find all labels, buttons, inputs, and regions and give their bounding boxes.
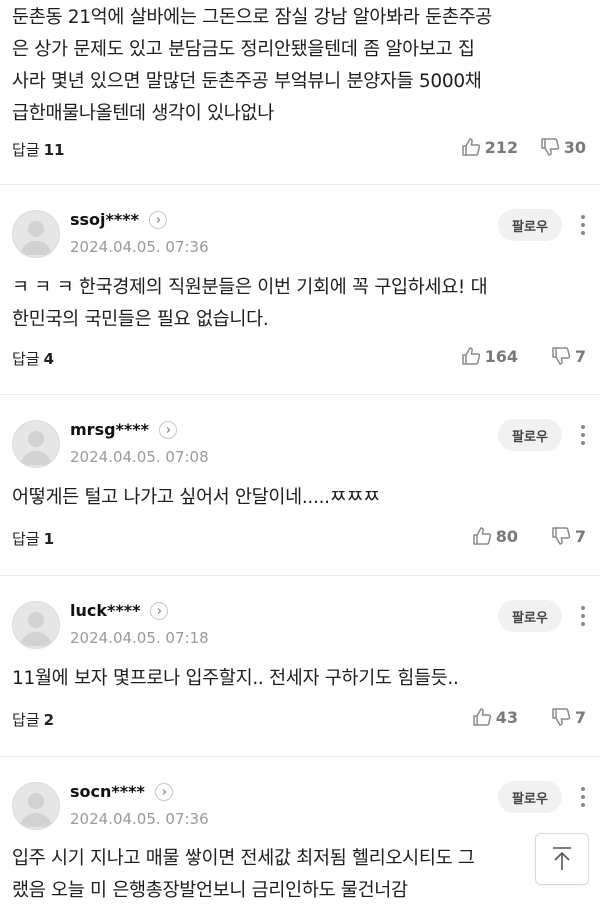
comment-item: luck**** 2024.04.05. 07:18 팔로우 11월에 보자 몇…: [0, 576, 600, 756]
avatar[interactable]: [12, 420, 60, 468]
username-link[interactable]: luck****: [70, 601, 169, 620]
more-vertical-icon[interactable]: [580, 423, 586, 451]
dislike-button[interactable]: 7: [551, 346, 586, 366]
reply-button[interactable]: 답글 4: [12, 348, 54, 369]
thumbs-up-icon: [461, 347, 480, 365]
thumbs-down-icon: [552, 527, 571, 545]
scroll-top-button[interactable]: [535, 833, 589, 885]
more-vertical-icon[interactable]: [580, 213, 586, 241]
dislike-button[interactable]: 7: [551, 526, 586, 546]
chevron-right-icon: [149, 210, 167, 229]
thumbs-down-icon: [552, 347, 571, 365]
comment-date: 2024.04.05. 07:08: [70, 448, 209, 466]
comment-item: socn**** 2024.04.05. 07:36 팔로우 입주 시기 지나고…: [0, 757, 600, 906]
comment-text: ㅋ ㅋ ㅋ 한국경제의 직원분들은 이번 기회에 꼭 구입하세요! 대 한민국의…: [12, 277, 488, 330]
chevron-right-icon: [154, 782, 173, 801]
comment-text: 둔촌동 21억에 살바에는 그돈으로 잠실 강남 알아봐라 둔촌주공 은 상가 …: [12, 7, 493, 124]
follow-button[interactable]: 팔로우: [498, 600, 562, 632]
comment-item: 둔촌동 21억에 살바에는 그돈으로 잠실 강남 알아봐라 둔촌주공 은 상가 …: [0, 0, 600, 184]
avatar[interactable]: [12, 210, 60, 258]
reply-button[interactable]: 답글 2: [12, 709, 54, 730]
arrow-up-icon: [553, 847, 571, 870]
follow-button[interactable]: 팔로우: [498, 419, 562, 451]
comment-text: 어떻게든 털고 나가고 싶어서 안달이네.....ㅉㅉㅉ: [12, 487, 380, 508]
avatar[interactable]: [12, 782, 60, 830]
comment-date: 2024.04.05. 07:18: [70, 629, 209, 647]
chevron-right-icon: [159, 420, 178, 439]
follow-button[interactable]: 팔로우: [498, 781, 562, 813]
reply-count: 1: [43, 530, 55, 548]
reply-count: 11: [43, 141, 65, 159]
like-button[interactable]: 80: [472, 526, 518, 546]
like-button[interactable]: 164: [461, 346, 518, 366]
username-link[interactable]: mrsg****: [70, 420, 178, 439]
reply-count: 2: [43, 711, 55, 729]
more-vertical-icon[interactable]: [580, 785, 586, 813]
reply-button[interactable]: 답글 11: [12, 139, 64, 160]
comment-item: mrsg**** 2024.04.05. 07:08 팔로우 어떻게든 털고 나…: [0, 395, 600, 575]
comment-date: 2024.04.05. 07:36: [70, 810, 209, 828]
avatar[interactable]: [12, 601, 60, 649]
dislike-button[interactable]: 7: [551, 707, 586, 727]
like-button[interactable]: 212: [461, 137, 518, 157]
follow-button[interactable]: 팔로우: [498, 209, 562, 241]
thumbs-down-icon: [540, 138, 559, 156]
comment-date: 2024.04.05. 07:36: [70, 238, 209, 256]
like-button[interactable]: 43: [472, 707, 518, 727]
more-vertical-icon[interactable]: [580, 604, 586, 632]
reply-count: 4: [43, 350, 55, 368]
thumbs-up-icon: [472, 527, 491, 545]
reply-button[interactable]: 답글 1: [12, 528, 54, 549]
thumbs-up-icon: [461, 138, 480, 156]
thumbs-down-icon: [552, 708, 571, 726]
comment-text: 11월에 보자 몇프로나 입주할지.. 전세자 구하기도 힘들듯..: [12, 668, 459, 689]
chevron-right-icon: [150, 601, 169, 620]
dislike-button[interactable]: 30: [540, 137, 586, 157]
username-link[interactable]: ssoj****: [70, 210, 167, 229]
thumbs-up-icon: [472, 708, 491, 726]
comment-item: ssoj**** 2024.04.05. 07:36 팔로우 ㅋ ㅋ ㅋ 한국경…: [0, 185, 600, 395]
username-link[interactable]: socn****: [70, 782, 173, 801]
comment-text: 입주 시기 지나고 매물 쌓이면 전세값 최저됨 헬리오시티도 그 랬음 오늘 …: [12, 848, 475, 901]
